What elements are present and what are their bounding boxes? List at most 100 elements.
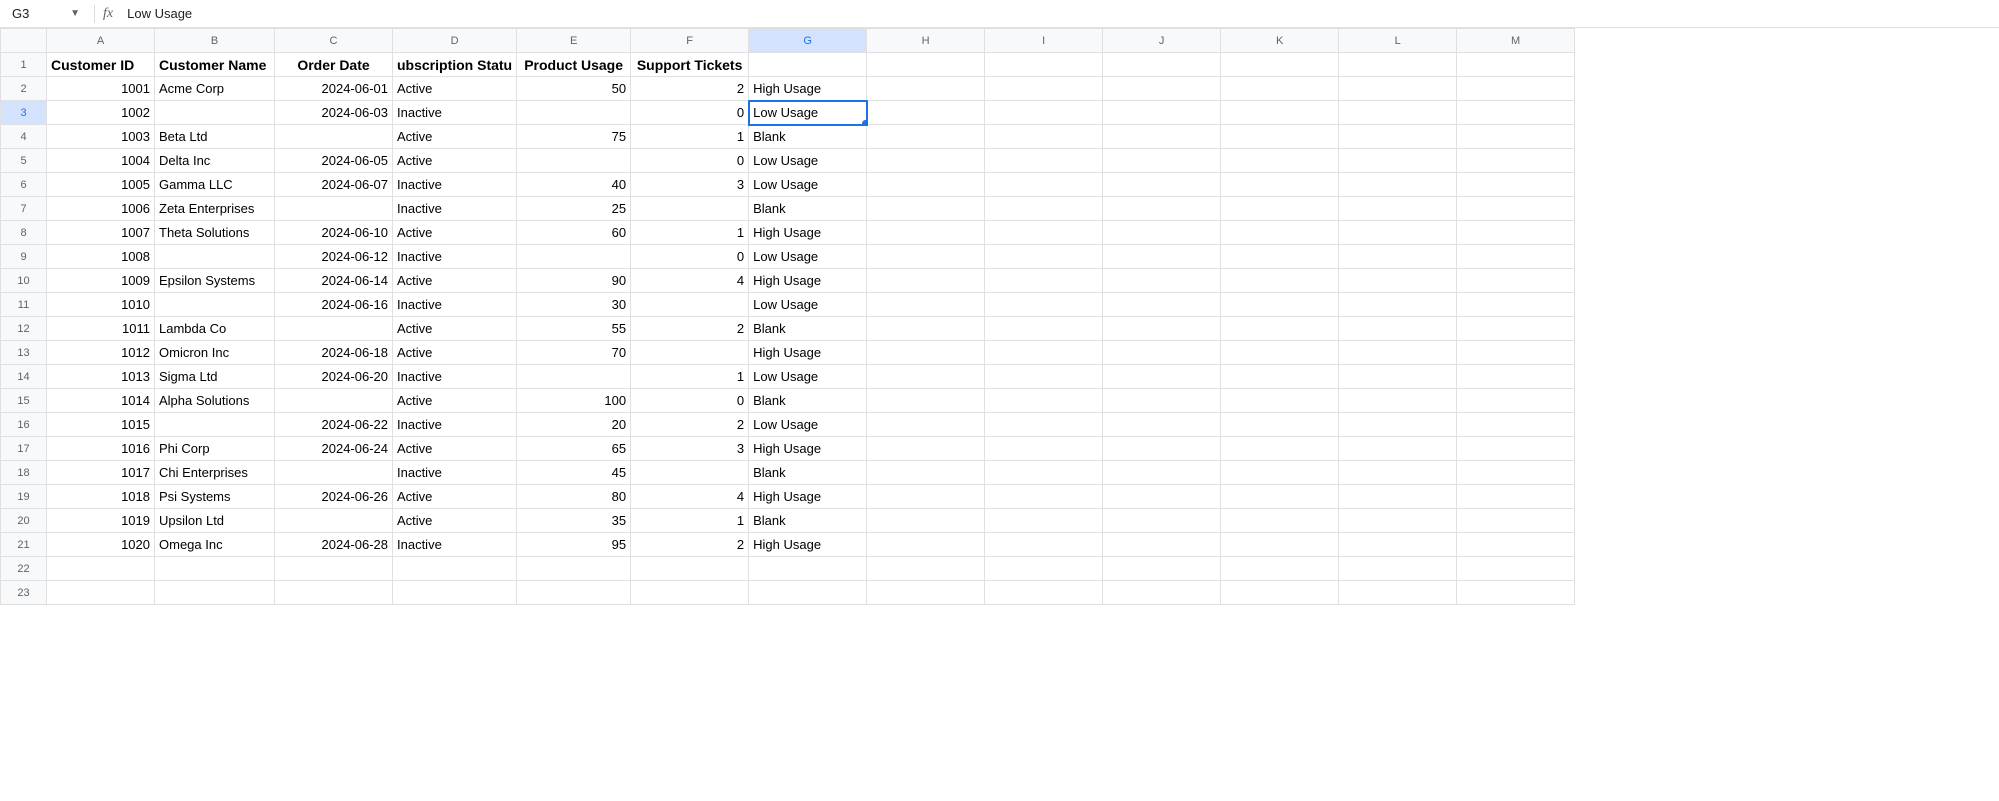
row-header-16[interactable]: 16 bbox=[1, 413, 47, 437]
cell-B3[interactable] bbox=[155, 101, 275, 125]
cell-L23[interactable] bbox=[1339, 581, 1457, 605]
cell-C12[interactable] bbox=[275, 317, 393, 341]
cell-M23[interactable] bbox=[1457, 581, 1575, 605]
cell-I2[interactable] bbox=[985, 77, 1103, 101]
row-header-7[interactable]: 7 bbox=[1, 197, 47, 221]
row-header-22[interactable]: 22 bbox=[1, 557, 47, 581]
cell-C10[interactable]: 2024-06-14 bbox=[275, 269, 393, 293]
cell-C13[interactable]: 2024-06-18 bbox=[275, 341, 393, 365]
cell-B2[interactable]: Acme Corp bbox=[155, 77, 275, 101]
cell-E13[interactable]: 70 bbox=[517, 341, 631, 365]
cell-A6[interactable]: 1005 bbox=[47, 173, 155, 197]
cell-A2[interactable]: 1001 bbox=[47, 77, 155, 101]
cell-G15[interactable]: Blank bbox=[749, 389, 867, 413]
cell-I19[interactable] bbox=[985, 485, 1103, 509]
cell-A18[interactable]: 1017 bbox=[47, 461, 155, 485]
cell-D11[interactable]: Inactive bbox=[393, 293, 517, 317]
cell-L2[interactable] bbox=[1339, 77, 1457, 101]
cell-E19[interactable]: 80 bbox=[517, 485, 631, 509]
column-header-F[interactable]: F bbox=[631, 29, 749, 53]
cell-J14[interactable] bbox=[1103, 365, 1221, 389]
cell-L20[interactable] bbox=[1339, 509, 1457, 533]
cell-C21[interactable]: 2024-06-28 bbox=[275, 533, 393, 557]
cell-G12[interactable]: Blank bbox=[749, 317, 867, 341]
column-header-L[interactable]: L bbox=[1339, 29, 1457, 53]
cell-L1[interactable] bbox=[1339, 53, 1457, 77]
cell-M8[interactable] bbox=[1457, 221, 1575, 245]
cell-G22[interactable] bbox=[749, 557, 867, 581]
row-header-18[interactable]: 18 bbox=[1, 461, 47, 485]
column-header-K[interactable]: K bbox=[1221, 29, 1339, 53]
cell-G14[interactable]: Low Usage bbox=[749, 365, 867, 389]
cell-D14[interactable]: Inactive bbox=[393, 365, 517, 389]
cell-J22[interactable] bbox=[1103, 557, 1221, 581]
cell-C17[interactable]: 2024-06-24 bbox=[275, 437, 393, 461]
cell-L5[interactable] bbox=[1339, 149, 1457, 173]
cell-L19[interactable] bbox=[1339, 485, 1457, 509]
cell-M7[interactable] bbox=[1457, 197, 1575, 221]
cell-E3[interactable] bbox=[517, 101, 631, 125]
cell-K18[interactable] bbox=[1221, 461, 1339, 485]
cell-C18[interactable] bbox=[275, 461, 393, 485]
cell-C11[interactable]: 2024-06-16 bbox=[275, 293, 393, 317]
cell-H18[interactable] bbox=[867, 461, 985, 485]
cell-G13[interactable]: High Usage bbox=[749, 341, 867, 365]
cell-F9[interactable]: 0 bbox=[631, 245, 749, 269]
cell-K11[interactable] bbox=[1221, 293, 1339, 317]
spreadsheet-grid[interactable]: ABCDEFGHIJKLM 1Customer IDCustomer NameO… bbox=[0, 28, 1575, 605]
cell-L9[interactable] bbox=[1339, 245, 1457, 269]
cell-C1[interactable]: Order Date bbox=[275, 53, 393, 77]
cell-I23[interactable] bbox=[985, 581, 1103, 605]
cell-C3[interactable]: 2024-06-03 bbox=[275, 101, 393, 125]
column-header-J[interactable]: J bbox=[1103, 29, 1221, 53]
cell-I18[interactable] bbox=[985, 461, 1103, 485]
cell-C4[interactable] bbox=[275, 125, 393, 149]
cell-K15[interactable] bbox=[1221, 389, 1339, 413]
cell-B9[interactable] bbox=[155, 245, 275, 269]
cell-D15[interactable]: Active bbox=[393, 389, 517, 413]
cell-E20[interactable]: 35 bbox=[517, 509, 631, 533]
cell-A10[interactable]: 1009 bbox=[47, 269, 155, 293]
cell-E17[interactable]: 65 bbox=[517, 437, 631, 461]
cell-F1[interactable]: Support Tickets bbox=[631, 53, 749, 77]
cell-M9[interactable] bbox=[1457, 245, 1575, 269]
cell-L11[interactable] bbox=[1339, 293, 1457, 317]
cell-B13[interactable]: Omicron Inc bbox=[155, 341, 275, 365]
cell-H20[interactable] bbox=[867, 509, 985, 533]
cell-G3[interactable]: Low Usage bbox=[749, 101, 867, 125]
row-header-23[interactable]: 23 bbox=[1, 581, 47, 605]
cell-E11[interactable]: 30 bbox=[517, 293, 631, 317]
cell-J4[interactable] bbox=[1103, 125, 1221, 149]
column-header-E[interactable]: E bbox=[517, 29, 631, 53]
cell-J12[interactable] bbox=[1103, 317, 1221, 341]
cell-J7[interactable] bbox=[1103, 197, 1221, 221]
cell-J18[interactable] bbox=[1103, 461, 1221, 485]
cell-A3[interactable]: 1002 bbox=[47, 101, 155, 125]
cell-F6[interactable]: 3 bbox=[631, 173, 749, 197]
column-header-G[interactable]: G bbox=[749, 29, 867, 53]
row-header-9[interactable]: 9 bbox=[1, 245, 47, 269]
cell-K23[interactable] bbox=[1221, 581, 1339, 605]
cell-G5[interactable]: Low Usage bbox=[749, 149, 867, 173]
cell-B14[interactable]: Sigma Ltd bbox=[155, 365, 275, 389]
cell-J9[interactable] bbox=[1103, 245, 1221, 269]
cell-G20[interactable]: Blank bbox=[749, 509, 867, 533]
cell-L14[interactable] bbox=[1339, 365, 1457, 389]
cell-G6[interactable]: Low Usage bbox=[749, 173, 867, 197]
cell-K13[interactable] bbox=[1221, 341, 1339, 365]
cell-K1[interactable] bbox=[1221, 53, 1339, 77]
cell-E23[interactable] bbox=[517, 581, 631, 605]
cell-F12[interactable]: 2 bbox=[631, 317, 749, 341]
column-header-D[interactable]: D bbox=[393, 29, 517, 53]
cell-F15[interactable]: 0 bbox=[631, 389, 749, 413]
row-header-4[interactable]: 4 bbox=[1, 125, 47, 149]
cell-I12[interactable] bbox=[985, 317, 1103, 341]
cell-L10[interactable] bbox=[1339, 269, 1457, 293]
cell-F17[interactable]: 3 bbox=[631, 437, 749, 461]
cell-B5[interactable]: Delta Inc bbox=[155, 149, 275, 173]
cell-J15[interactable] bbox=[1103, 389, 1221, 413]
cell-E5[interactable] bbox=[517, 149, 631, 173]
cell-B20[interactable]: Upsilon Ltd bbox=[155, 509, 275, 533]
cell-L16[interactable] bbox=[1339, 413, 1457, 437]
cell-I21[interactable] bbox=[985, 533, 1103, 557]
